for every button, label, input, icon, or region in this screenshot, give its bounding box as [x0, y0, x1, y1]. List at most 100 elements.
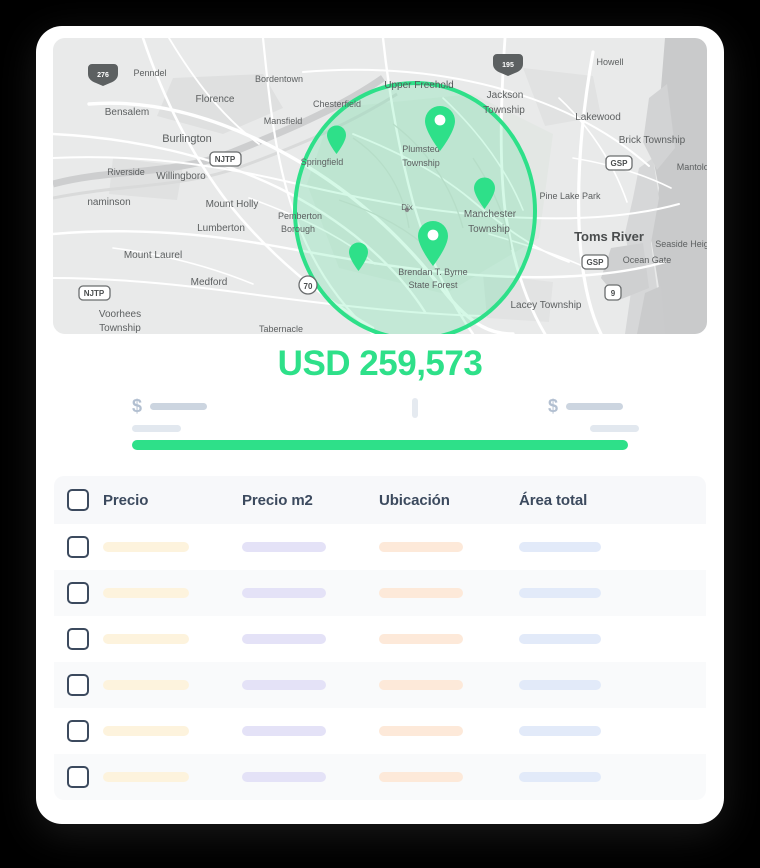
select-all-checkbox[interactable]: [67, 489, 89, 511]
placeholder-pill: [242, 680, 326, 690]
dollar-icon-max: $: [548, 396, 559, 416]
cell-precio-m2: [242, 588, 379, 598]
svg-text:Township: Township: [468, 224, 510, 235]
placeholder-pill: [242, 772, 326, 782]
svg-text:Penndel: Penndel: [133, 68, 166, 78]
svg-text:Mount Holly: Mount Holly: [206, 199, 259, 210]
app-card: Penndel Bordentown Howell Upper Freehold…: [36, 26, 724, 824]
select-all-cell[interactable]: [67, 489, 103, 511]
cell-precio-m2: [242, 680, 379, 690]
svg-text:Lumberton: Lumberton: [197, 223, 245, 234]
row-checkbox[interactable]: [67, 536, 89, 558]
min-value-skeleton: [150, 402, 208, 410]
svg-text:Lacey Township: Lacey Township: [511, 300, 582, 311]
row-select-cell[interactable]: [67, 628, 103, 650]
svg-text:Brendan T. Byrne: Brendan T. Byrne: [398, 267, 467, 277]
map-canvas[interactable]: Penndel Bordentown Howell Upper Freehold…: [53, 38, 707, 334]
screenshot-root: { "app": { "accent_green": "#2ee089", "c…: [0, 0, 760, 868]
dollar-icon-min: $: [132, 396, 143, 416]
shield-njtp-1: NJTP: [209, 151, 242, 167]
cell-area-total: [519, 542, 669, 552]
svg-text:Howell: Howell: [596, 57, 623, 67]
column-header-ubicacion[interactable]: Ubicación: [379, 492, 519, 509]
shield-us9: 9: [604, 284, 622, 301]
cell-area-total: [519, 726, 669, 736]
placeholder-pill: [379, 542, 463, 552]
placeholder-pill: [103, 726, 189, 736]
column-header-label: Ubicación: [379, 491, 450, 509]
max-value-skeleton: [566, 402, 624, 410]
placeholder-pill: [242, 726, 326, 736]
row-select-cell[interactable]: [67, 766, 103, 788]
range-divider: [412, 398, 418, 418]
svg-text:Township: Township: [402, 158, 440, 168]
cell-area-total: [519, 680, 669, 690]
svg-text:GSP: GSP: [587, 258, 605, 267]
svg-text:Brick Township: Brick Township: [619, 135, 686, 146]
row-select-cell[interactable]: [67, 720, 103, 742]
svg-text:Willingboro: Willingboro: [156, 171, 206, 182]
svg-text:NJTP: NJTP: [84, 289, 105, 298]
placeholder-pill: [242, 542, 326, 552]
map-container[interactable]: Penndel Bordentown Howell Upper Freehold…: [53, 38, 707, 334]
row-checkbox[interactable]: [67, 674, 89, 696]
table-row[interactable]: [54, 708, 706, 754]
cell-precio: [103, 726, 242, 736]
price-range-max[interactable]: $: [548, 396, 724, 432]
svg-text:Township: Township: [483, 105, 525, 116]
column-header-precio-m2[interactable]: Precio m2: [242, 492, 379, 509]
results-table: Precio Precio m2 Ubicación Área total: [54, 476, 706, 800]
row-checkbox[interactable]: [67, 720, 89, 742]
cell-precio-m2: [242, 726, 379, 736]
svg-text:276: 276: [97, 72, 109, 79]
column-header-label: Precio: [103, 491, 149, 509]
price-headline: USD 259,573: [277, 344, 483, 383]
svg-text:Pemberton: Pemberton: [278, 211, 322, 221]
svg-text:Ocean Gate: Ocean Gate: [623, 255, 672, 265]
cell-ubicacion: [379, 634, 519, 644]
table-row[interactable]: [54, 754, 706, 800]
svg-text:GSP: GSP: [611, 159, 629, 168]
placeholder-pill: [103, 588, 189, 598]
row-select-cell[interactable]: [67, 582, 103, 604]
table-row[interactable]: [54, 524, 706, 570]
price-range-control[interactable]: $ $: [36, 396, 724, 460]
placeholder-pill: [103, 542, 189, 552]
row-checkbox[interactable]: [67, 582, 89, 604]
row-select-cell[interactable]: [67, 536, 103, 558]
placeholder-pill: [379, 726, 463, 736]
column-header-precio[interactable]: Precio: [103, 492, 242, 509]
cell-ubicacion: [379, 772, 519, 782]
cell-precio-m2: [242, 772, 379, 782]
svg-text:Florence: Florence: [196, 94, 235, 105]
placeholder-pill: [519, 772, 601, 782]
max-sublabel-skeleton: [590, 425, 639, 432]
column-header-label: Precio m2: [242, 491, 313, 509]
table-row[interactable]: [54, 570, 706, 616]
svg-text:Bensalem: Bensalem: [105, 107, 149, 118]
row-checkbox[interactable]: [67, 766, 89, 788]
cell-precio-m2: [242, 542, 379, 552]
price-range-min[interactable]: $: [132, 396, 312, 432]
svg-text:Burlington: Burlington: [162, 133, 212, 145]
table-row[interactable]: [54, 616, 706, 662]
svg-text:Chesterfield: Chesterfield: [313, 99, 361, 109]
placeholder-pill: [519, 634, 601, 644]
svg-text:Medford: Medford: [191, 277, 228, 288]
svg-text:Toms River: Toms River: [574, 229, 644, 244]
svg-text:naminson: naminson: [87, 197, 130, 208]
row-checkbox[interactable]: [67, 628, 89, 650]
min-sublabel-skeleton: [132, 425, 181, 432]
shield-gsp-1: GSP: [605, 155, 633, 171]
placeholder-pill: [519, 588, 601, 598]
placeholder-pill: [379, 772, 463, 782]
placeholder-pill: [103, 634, 189, 644]
svg-text:Mantoloking: Mantoloking: [677, 162, 707, 172]
table-row[interactable]: [54, 662, 706, 708]
price-range-slider[interactable]: [132, 440, 628, 450]
row-select-cell[interactable]: [67, 674, 103, 696]
placeholder-pill: [379, 680, 463, 690]
cell-ubicacion: [379, 542, 519, 552]
column-header-area-total[interactable]: Área total: [519, 492, 669, 509]
placeholder-pill: [379, 634, 463, 644]
